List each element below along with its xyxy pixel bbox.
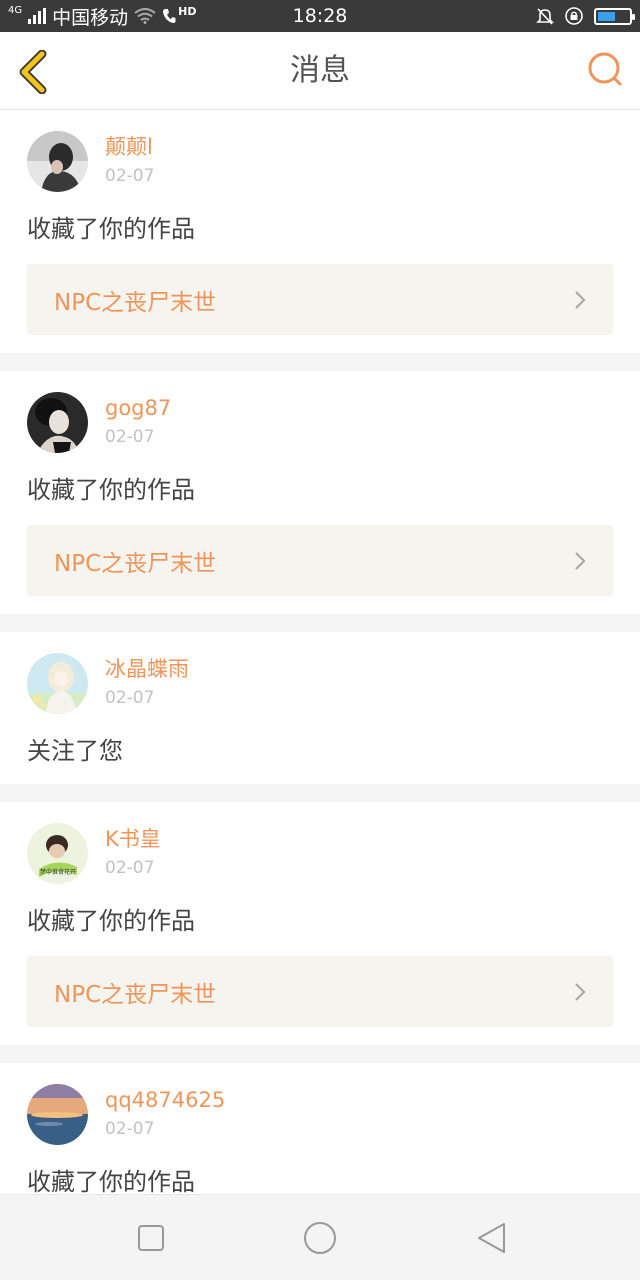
username[interactable]: 冰晶蝶雨 [105,655,189,683]
work-title: NPC之丧尸末世 [54,981,217,1008]
square-icon[interactable] [134,1221,168,1255]
message-card: 梦中谁背花开 K书皇 02-07 收藏了你的作品 NPC之丧尸末世 [0,802,640,1045]
message-head: 冰晶蝶雨 02-07 [27,652,613,714]
work-link[interactable]: NPC之丧尸末世 [27,956,613,1027]
action-text: 收藏了你的作品 [27,1168,195,1194]
message-feed[interactable]: 颠颠l 02-07 收藏了你的作品 NPC之丧尸末世 gog87 02-07 收… [0,110,640,1194]
user-info: 冰晶蝶雨 02-07 [105,655,189,711]
user-info: 颠颠l 02-07 [105,133,154,189]
action-text: 收藏了你的作品 [27,907,195,935]
message-date: 02-07 [105,166,155,186]
triangle-back-icon[interactable] [474,1221,508,1255]
action-text: 关注了您 [27,737,123,765]
username[interactable]: gog87 [105,394,171,422]
header: 消息 [0,32,640,110]
rotation-lock-icon [565,7,583,25]
avatar[interactable] [27,391,88,453]
avatar-caption: 梦中谁背花开 [40,868,76,876]
avatar[interactable]: 梦中谁背花开 [27,822,88,884]
avatar[interactable] [27,130,88,192]
message-head: qq4874625 02-07 [27,1083,613,1145]
message-head: 颠颠l 02-07 [27,130,613,192]
action-text: 收藏了你的作品 [27,476,195,504]
circle-icon[interactable] [303,1221,337,1255]
message-card: gog87 02-07 收藏了你的作品 NPC之丧尸末世 [0,371,640,614]
message-date: 02-07 [105,1119,155,1139]
message-date: 02-07 [105,427,155,447]
status-right [536,0,635,32]
chevron-right-icon [575,551,586,570]
message-card: 颠颠l 02-07 收藏了你的作品 NPC之丧尸末世 [0,110,640,353]
work-link[interactable]: NPC之丧尸末世 [27,264,613,335]
chevron-right-icon [575,290,586,309]
page-title: 消息 [290,53,350,88]
user-info: K书皇 02-07 [105,825,161,881]
message-head: gog87 02-07 [27,391,613,453]
username[interactable]: K书皇 [105,825,161,853]
avatar[interactable] [27,1083,88,1145]
action-text: 收藏了你的作品 [27,215,195,243]
message-card: qq4874625 02-07 收藏了你的作品 [0,1063,640,1194]
work-title: NPC之丧尸末世 [54,550,217,577]
battery-fill [598,11,615,21]
system-nav-bar [0,1194,640,1280]
message-card: 冰晶蝶雨 02-07 关注了您 [0,632,640,784]
message-date: 02-07 [105,688,155,708]
bell-muted-icon [536,8,554,25]
battery-icon [594,7,635,25]
user-info: gog87 02-07 [105,394,171,450]
message-head: 梦中谁背花开 K书皇 02-07 [27,822,613,884]
chevron-right-icon [575,982,586,1001]
user-info: qq4874625 02-07 [105,1086,225,1142]
work-link[interactable]: NPC之丧尸末世 [27,525,613,596]
username[interactable]: 颠颠l [105,133,154,161]
work-title: NPC之丧尸末世 [54,289,217,316]
username[interactable]: qq4874625 [105,1086,225,1114]
message-date: 02-07 [105,858,155,878]
search-icon[interactable] [586,50,626,90]
avatar[interactable] [27,652,88,714]
status-bar: 4G 中国移动 HD 18:28 [0,0,640,32]
